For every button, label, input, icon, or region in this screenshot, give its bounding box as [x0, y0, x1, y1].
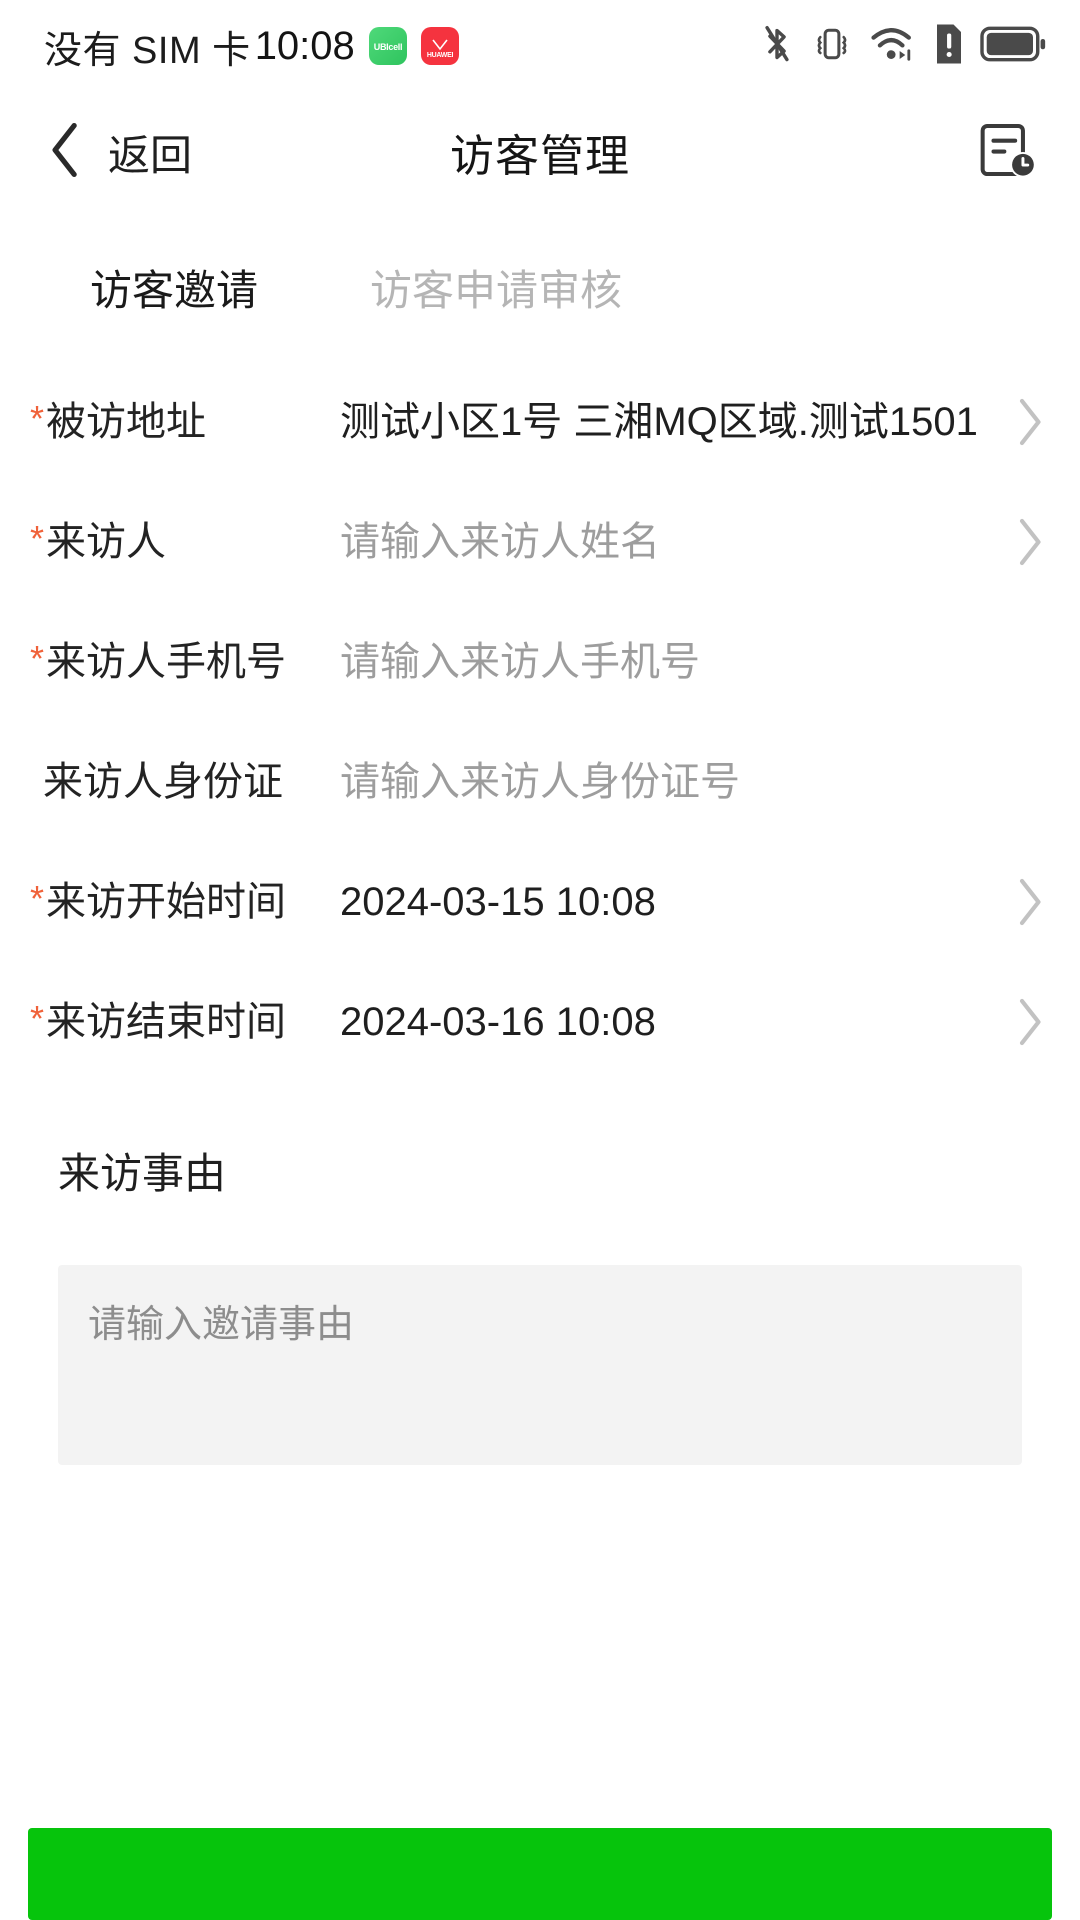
visitor-invite-form: * 被访地址 测试小区1号 三湘MQ区域.测试1501 * 来访人 请输入来访人姓名 — [0, 362, 1080, 1920]
required-asterisk: * — [30, 518, 45, 559]
form-label-visitor-phone: * 来访人手机号 — [30, 637, 340, 687]
huawei-app-icon: HUAWEI — [420, 27, 459, 65]
back-button-label: 返回 — [108, 131, 193, 179]
form-label-visitor-name: * 来访人 — [30, 517, 340, 567]
back-button[interactable]: 返回 — [48, 121, 192, 184]
form-row-visited-address[interactable]: * 被访地址 测试小区1号 三湘MQ区域.测试1501 — [0, 362, 1080, 482]
submit-button[interactable] — [28, 1828, 1052, 1920]
chevron-right-icon-visit-end-time — [1000, 996, 1046, 1048]
chevron-right-icon-visited-address — [1000, 396, 1046, 448]
form-row-visitor-name[interactable]: * 来访人 请输入来访人姓名 — [0, 482, 1080, 602]
form-row-visit-end-time[interactable]: * 来访结束时间 2024-03-16 10:08 — [0, 962, 1080, 1082]
visit-record-history-icon — [978, 119, 1040, 186]
form-row-visitor-id-card[interactable]: 来访人身份证 请输入来访人身份证号 — [0, 722, 1080, 842]
bluetooth-off-icon — [760, 22, 794, 71]
nav-bar: 返回 访客管理 — [0, 92, 1080, 212]
svg-text:HUAWEI: HUAWEI — [427, 52, 454, 59]
visit-reason-placeholder: 请输入邀请事由 — [88, 1304, 355, 1346]
sim-alert-icon — [934, 23, 964, 70]
form-row-visitor-phone[interactable]: * 来访人手机号 请输入来访人手机号 — [0, 602, 1080, 722]
form-value-visited-address[interactable]: 测试小区1号 三湘MQ区域.测试1501 — [340, 396, 1000, 448]
chevron-right-icon-visit-start-time — [1000, 876, 1046, 928]
form-label-visited-address: * 被访地址 — [30, 397, 340, 447]
status-bar-left: 没有 SIM 卡 10:08 UBIcell HUAWEI — [44, 19, 459, 74]
tab-bar: 访客邀请 访客申请审核 — [0, 212, 1080, 362]
form-label-visitor-id-card-text: 来访人身份证 — [43, 760, 283, 804]
ubicell-app-icon: UBIcell — [368, 27, 407, 65]
form-input-visitor-name[interactable]: 请输入来访人姓名 — [340, 516, 1000, 568]
form-label-visitor-id-card: 来访人身份证 — [30, 757, 340, 807]
svg-text:UBIcell: UBIcell — [374, 42, 402, 52]
tab-visitor-application-review[interactable]: 访客申请审核 — [314, 257, 678, 318]
chevron-right-icon-visitor-name — [1000, 516, 1046, 568]
form-label-visit-end-time: * 来访结束时间 — [30, 997, 340, 1047]
visit-record-history-button[interactable] — [978, 119, 1040, 186]
required-asterisk: * — [30, 398, 45, 439]
form-label-visit-end-time-text: 来访结束时间 — [46, 1000, 287, 1044]
carrier-label: 没有 SIM 卡 — [44, 29, 251, 72]
visit-reason-textarea[interactable]: 请输入邀请事由 — [58, 1265, 1022, 1465]
form-label-visit-start-time-text: 来访开始时间 — [46, 880, 287, 924]
wifi-icon — [870, 23, 918, 70]
status-bar-right — [760, 22, 1046, 71]
chevron-left-icon — [48, 121, 82, 184]
required-asterisk: * — [30, 638, 45, 679]
phone-screen: 没有 SIM 卡 10:08 UBIcell HUAWEI 返回 访客管理 访客… — [0, 0, 1080, 1920]
battery-full-icon — [980, 24, 1046, 69]
form-label-visitor-name-text: 来访人 — [46, 520, 167, 564]
form-value-visit-end-time[interactable]: 2024-03-16 10:08 — [340, 996, 1000, 1048]
form-input-visitor-phone[interactable]: 请输入来访人手机号 — [340, 636, 1000, 688]
tab-visitor-invite[interactable]: 访客邀请 — [34, 257, 314, 318]
form-row-visit-start-time[interactable]: * 来访开始时间 2024-03-15 10:08 — [0, 842, 1080, 962]
form-label-visitor-phone-text: 来访人手机号 — [46, 640, 287, 684]
form-label-visit-start-time: * 来访开始时间 — [30, 877, 340, 927]
status-bar: 没有 SIM 卡 10:08 UBIcell HUAWEI — [0, 0, 1080, 92]
required-asterisk: * — [30, 878, 45, 919]
submit-bar — [0, 1828, 1080, 1920]
tab-visitor-invite-label: 访客邀请 — [90, 266, 259, 314]
vibrate-icon — [810, 22, 854, 71]
required-asterisk: * — [30, 998, 45, 1039]
tab-visitor-application-review-label: 访客申请审核 — [370, 266, 623, 314]
form-input-visitor-id-card[interactable]: 请输入来访人身份证号 — [340, 756, 1000, 808]
form-label-visited-address-text: 被访地址 — [46, 400, 207, 444]
visit-reason-title: 来访事由 — [58, 1150, 227, 1197]
status-clock: 10:08 — [254, 23, 355, 68]
form-value-visit-start-time[interactable]: 2024-03-15 10:08 — [340, 876, 1000, 928]
